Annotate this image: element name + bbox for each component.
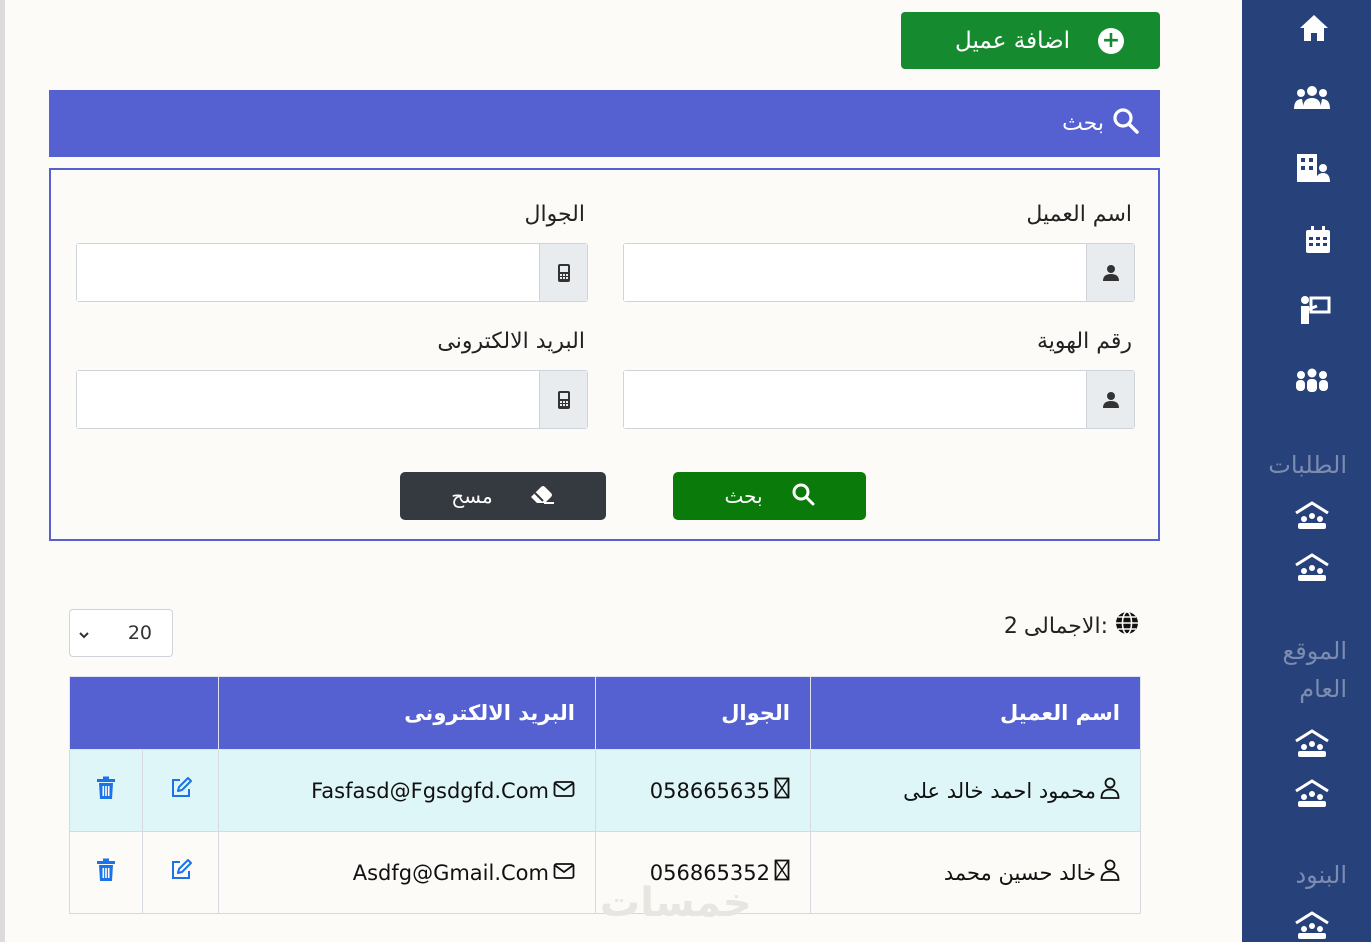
column-header-email: البريد الالكترونى bbox=[218, 676, 596, 750]
user-icon bbox=[1086, 371, 1134, 428]
page-size-select[interactable]: 20 bbox=[69, 609, 173, 657]
mobile-label: الجوال bbox=[524, 202, 585, 227]
search-icon bbox=[791, 482, 815, 511]
building-user-icon[interactable] bbox=[1293, 150, 1333, 186]
eraser-icon bbox=[529, 483, 555, 510]
school-icon[interactable] bbox=[1292, 498, 1332, 534]
user-outline-icon bbox=[1100, 777, 1120, 804]
customer-name: خالد حسين محمد bbox=[943, 860, 1096, 885]
delete-button[interactable] bbox=[69, 831, 143, 914]
globe-icon bbox=[1114, 610, 1140, 642]
school-icon[interactable] bbox=[1292, 908, 1332, 942]
column-header-name: اسم العميل bbox=[810, 676, 1141, 750]
email-field bbox=[76, 370, 588, 429]
email-input[interactable] bbox=[77, 371, 539, 428]
trash-icon bbox=[96, 776, 116, 805]
cell-name: محمود احمد خالد على bbox=[810, 749, 1141, 832]
edit-button[interactable] bbox=[142, 749, 219, 832]
envelope-icon bbox=[553, 779, 575, 803]
customer-name-field bbox=[623, 243, 1135, 302]
search-button-label: بحث bbox=[724, 484, 763, 508]
calendar-icon[interactable] bbox=[1298, 222, 1338, 258]
delete-button[interactable] bbox=[69, 749, 143, 832]
customer-mobile: 058665635 bbox=[649, 778, 770, 803]
people-group-icon[interactable] bbox=[1292, 362, 1332, 398]
clear-button-label: مسح bbox=[451, 484, 493, 508]
table-header-row: اسم العميل الجوال البريد الالكترونى bbox=[69, 676, 1141, 750]
home-icon[interactable] bbox=[1294, 10, 1334, 46]
teacher-board-icon[interactable] bbox=[1294, 292, 1334, 328]
search-button[interactable]: بحث bbox=[673, 472, 866, 520]
cell-email: Fasfasd@Fgsdgfd.Com bbox=[218, 749, 596, 832]
phone-icon bbox=[774, 777, 790, 804]
chevron-down-icon bbox=[78, 622, 90, 644]
customer-name-label: اسم العميل bbox=[1026, 202, 1132, 227]
edit-icon bbox=[169, 859, 193, 887]
add-customer-label: اضافة عميل bbox=[955, 27, 1070, 54]
search-panel: اسم العميل الجوال رقم الهوية البريد الال… bbox=[49, 168, 1160, 541]
total-count: 2 الاجمالى: bbox=[900, 610, 1140, 642]
total-value: 2 bbox=[1003, 613, 1018, 639]
school-icon[interactable] bbox=[1292, 550, 1332, 586]
customer-email: Fasfasd@Fgsdgfd.Com bbox=[311, 778, 549, 803]
sidebar-section-items: البنود bbox=[1295, 861, 1347, 889]
sidebar-section-public-site: الموقع العام bbox=[1282, 637, 1348, 703]
search-title: بحث bbox=[1062, 111, 1104, 136]
mobile-input[interactable] bbox=[77, 244, 539, 301]
school-icon[interactable] bbox=[1292, 776, 1332, 812]
edit-button[interactable] bbox=[142, 831, 219, 914]
user-outline-icon bbox=[1100, 859, 1120, 886]
watermark: خمسات bbox=[600, 880, 752, 926]
mobile-field bbox=[76, 243, 588, 302]
plus-circle-icon: + bbox=[1098, 27, 1124, 54]
clear-button[interactable]: مسح bbox=[400, 472, 606, 520]
search-icon bbox=[1112, 107, 1140, 141]
page-size-value: 20 bbox=[127, 622, 152, 644]
school-icon[interactable] bbox=[1292, 726, 1332, 762]
add-customer-button[interactable]: اضافة عميل + bbox=[901, 12, 1160, 69]
left-edge bbox=[0, 0, 5, 942]
cell-email: Asdfg@Gmail.Com bbox=[218, 831, 596, 914]
cell-name: خالد حسين محمد bbox=[810, 831, 1141, 914]
column-header-mobile: الجوال bbox=[595, 676, 811, 750]
trash-icon bbox=[96, 858, 116, 887]
id-number-input[interactable] bbox=[624, 371, 1086, 428]
id-number-label: رقم الهوية bbox=[1036, 329, 1132, 354]
mobile-phone-icon bbox=[539, 371, 587, 428]
phone-icon bbox=[774, 859, 790, 886]
customers-table: اسم العميل الجوال البريد الالكترونى محمو… bbox=[69, 676, 1141, 914]
customer-name-input[interactable] bbox=[624, 244, 1086, 301]
column-header-actions bbox=[69, 676, 219, 750]
cell-mobile: 058665635 bbox=[595, 749, 811, 832]
customer-email: Asdfg@Gmail.Com bbox=[352, 860, 549, 885]
table-row: محمود احمد خالد على 058665635 Fasfasd@Fg… bbox=[69, 749, 1141, 832]
sidebar-section-requests: الطلبات bbox=[1268, 451, 1347, 479]
customer-name: محمود احمد خالد على bbox=[903, 778, 1096, 803]
search-header: بحث bbox=[49, 90, 1160, 157]
total-label: الاجمالى: bbox=[1023, 613, 1108, 639]
edit-icon bbox=[169, 777, 193, 805]
envelope-icon bbox=[553, 861, 575, 885]
email-label: البريد الالكترونى bbox=[437, 329, 585, 354]
user-icon bbox=[1086, 244, 1134, 301]
users-icon[interactable] bbox=[1292, 80, 1332, 116]
mobile-phone-icon bbox=[539, 244, 587, 301]
sidebar: الطلبات الموقع العام البنود bbox=[1242, 0, 1371, 942]
id-number-field bbox=[623, 370, 1135, 429]
